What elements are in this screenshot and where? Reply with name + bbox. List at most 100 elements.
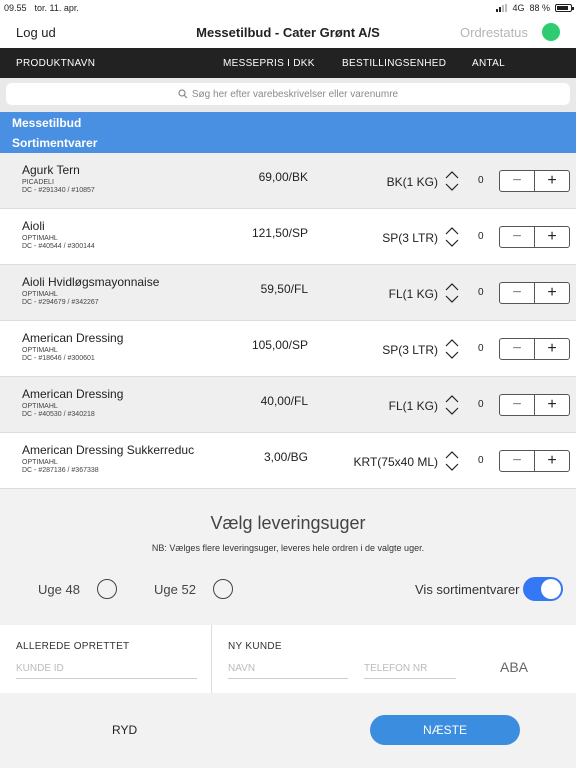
product-dc: DC - #40544 / #300144 (22, 243, 95, 250)
product-unit: FL(1 KG) (388, 287, 438, 301)
search-bar: Søg her efter varebeskrivelser eller var… (0, 78, 576, 112)
product-brand: OPTIMAHL (22, 291, 58, 298)
product-name: American Dressing Sukkerreduc (22, 443, 195, 457)
product-list: Agurk Tern PICADELI DC - #291340 / #1085… (0, 153, 576, 489)
existing-customer-heading: ALLEREDE OPRETTET (16, 641, 130, 652)
product-brand: OPTIMAHL (22, 403, 58, 410)
product-price: 69,00/BK (258, 170, 308, 184)
unit-picker-chevron-icon[interactable] (444, 169, 460, 193)
product-qty: 0 (478, 343, 484, 354)
unit-picker-chevron-icon[interactable] (444, 449, 460, 473)
col-unit: BESTILLINGSENHED (342, 58, 447, 69)
product-row: American Dressing Sukkerreduc OPTIMAHL D… (0, 433, 576, 489)
battery-label: 88 % (529, 3, 550, 13)
product-dc: DC - #291340 / #10857 (22, 187, 95, 194)
product-price: 40,00/FL (260, 394, 308, 408)
col-qty: ANTAL (472, 58, 505, 69)
product-name: Agurk Tern (22, 163, 80, 177)
unit-picker-chevron-icon[interactable] (444, 337, 460, 361)
product-dc: DC - #18646 / #300601 (22, 355, 95, 362)
product-name: American Dressing (22, 331, 124, 345)
product-row: Aioli Hvidløgsmayonnaise OPTIMAHL DC - #… (0, 265, 576, 321)
plus-button[interactable]: + (535, 227, 569, 247)
aba-label: ABA (500, 659, 529, 675)
product-price: 121,50/SP (251, 226, 308, 240)
product-row: Agurk Tern PICADELI DC - #291340 / #1085… (0, 153, 576, 209)
minus-button[interactable]: − (500, 283, 535, 303)
quantity-stepper: − + (499, 226, 570, 248)
product-price: 59,50/FL (260, 282, 308, 296)
col-product: PRODUKTNAVN (16, 58, 96, 69)
product-unit: SP(3 LTR) (382, 343, 438, 357)
product-qty: 0 (478, 175, 484, 186)
minus-button[interactable]: − (500, 339, 535, 359)
clear-button[interactable]: RYD (112, 723, 137, 737)
product-name: American Dressing (22, 387, 124, 401)
product-price: 3,00/BG (263, 450, 308, 464)
order-status-button[interactable]: Ordrestatus (460, 25, 528, 40)
product-dc: DC - #294679 / #342267 (22, 299, 99, 306)
divider (211, 625, 212, 693)
plus-button[interactable]: + (535, 451, 569, 471)
next-button[interactable]: NÆSTE (370, 715, 520, 745)
phone-field[interactable]: TELEFON NR (364, 661, 456, 679)
minus-button[interactable]: − (500, 395, 535, 415)
customer-panel: ALLEREDE OPRETTET KUNDE ID NY KUNDE NAVN… (0, 625, 576, 693)
plus-button[interactable]: + (535, 171, 569, 191)
toggle-knob (541, 579, 561, 599)
product-dc: DC - #287136 / #367338 (22, 467, 99, 474)
delivery-note: NB: Vælges flere leveringsuger, leveres … (151, 543, 425, 553)
search-icon (178, 89, 188, 99)
product-qty: 0 (478, 399, 484, 410)
name-field[interactable]: NAVN (228, 661, 348, 679)
section-assortment: Sortimentvarer (0, 133, 576, 153)
show-assortment-toggle[interactable] (523, 577, 563, 601)
search-placeholder: Søg her efter varebeskrivelser eller var… (191, 88, 399, 100)
product-brand: OPTIMAHL (22, 347, 58, 354)
product-brand: OPTIMAHL (22, 235, 58, 242)
product-unit: SP(3 LTR) (382, 231, 438, 245)
product-row: American Dressing OPTIMAHL DC - #18646 /… (0, 321, 576, 377)
quantity-stepper: − + (499, 394, 570, 416)
product-name: Aioli Hvidløgsmayonnaise (22, 275, 160, 289)
product-unit: KRT(75x40 ML) (353, 455, 438, 469)
signal-icon (496, 4, 508, 12)
product-brand: OPTIMAHL (22, 459, 58, 466)
quantity-stepper: − + (499, 170, 570, 192)
new-customer-heading: NY KUNDE (228, 641, 282, 652)
product-qty: 0 (478, 287, 484, 298)
quantity-stepper: − + (499, 450, 570, 472)
status-time: 09.55 (4, 3, 27, 13)
delivery-panel: Vælg leveringsuger NB: Vælges flere leve… (0, 495, 576, 625)
plus-button[interactable]: + (535, 395, 569, 415)
product-name: Aioli (22, 219, 45, 233)
nav-bar: Log ud Messetilbud - Cater Grønt A/S Ord… (0, 16, 576, 48)
week-48-label: Uge 48 (38, 582, 80, 597)
week-52-label: Uge 52 (154, 582, 196, 597)
delivery-title: Vælg leveringsuger (210, 513, 366, 533)
network-label: 4G (512, 3, 525, 13)
product-price: 105,00/SP (251, 338, 308, 352)
product-unit: BK(1 KG) (386, 175, 438, 189)
status-date: tor. 11. apr. (34, 3, 79, 13)
week-52-radio[interactable] (213, 579, 233, 599)
search-input[interactable]: Søg her efter varebeskrivelser eller var… (6, 83, 570, 105)
minus-button[interactable]: − (500, 171, 535, 191)
minus-button[interactable]: − (500, 451, 535, 471)
unit-picker-chevron-icon[interactable] (444, 281, 460, 305)
product-qty: 0 (478, 455, 484, 466)
status-bar: 09.55 tor. 11. apr. 4G 88 % (0, 0, 576, 16)
week-48-radio[interactable] (97, 579, 117, 599)
battery-icon (555, 4, 574, 12)
footer: RYD NÆSTE (0, 693, 576, 768)
unit-picker-chevron-icon[interactable] (444, 393, 460, 417)
section-offer: Messetilbud (0, 112, 576, 133)
plus-button[interactable]: + (535, 339, 569, 359)
product-row: American Dressing OPTIMAHL DC - #40530 /… (0, 377, 576, 433)
minus-button[interactable]: − (500, 227, 535, 247)
show-assortment-label: Vis sortimentvarer (415, 582, 520, 597)
unit-picker-chevron-icon[interactable] (444, 225, 460, 249)
plus-button[interactable]: + (535, 283, 569, 303)
customer-id-field[interactable]: KUNDE ID (16, 661, 197, 679)
col-price: MESSEPRIS I DKK (223, 58, 315, 69)
